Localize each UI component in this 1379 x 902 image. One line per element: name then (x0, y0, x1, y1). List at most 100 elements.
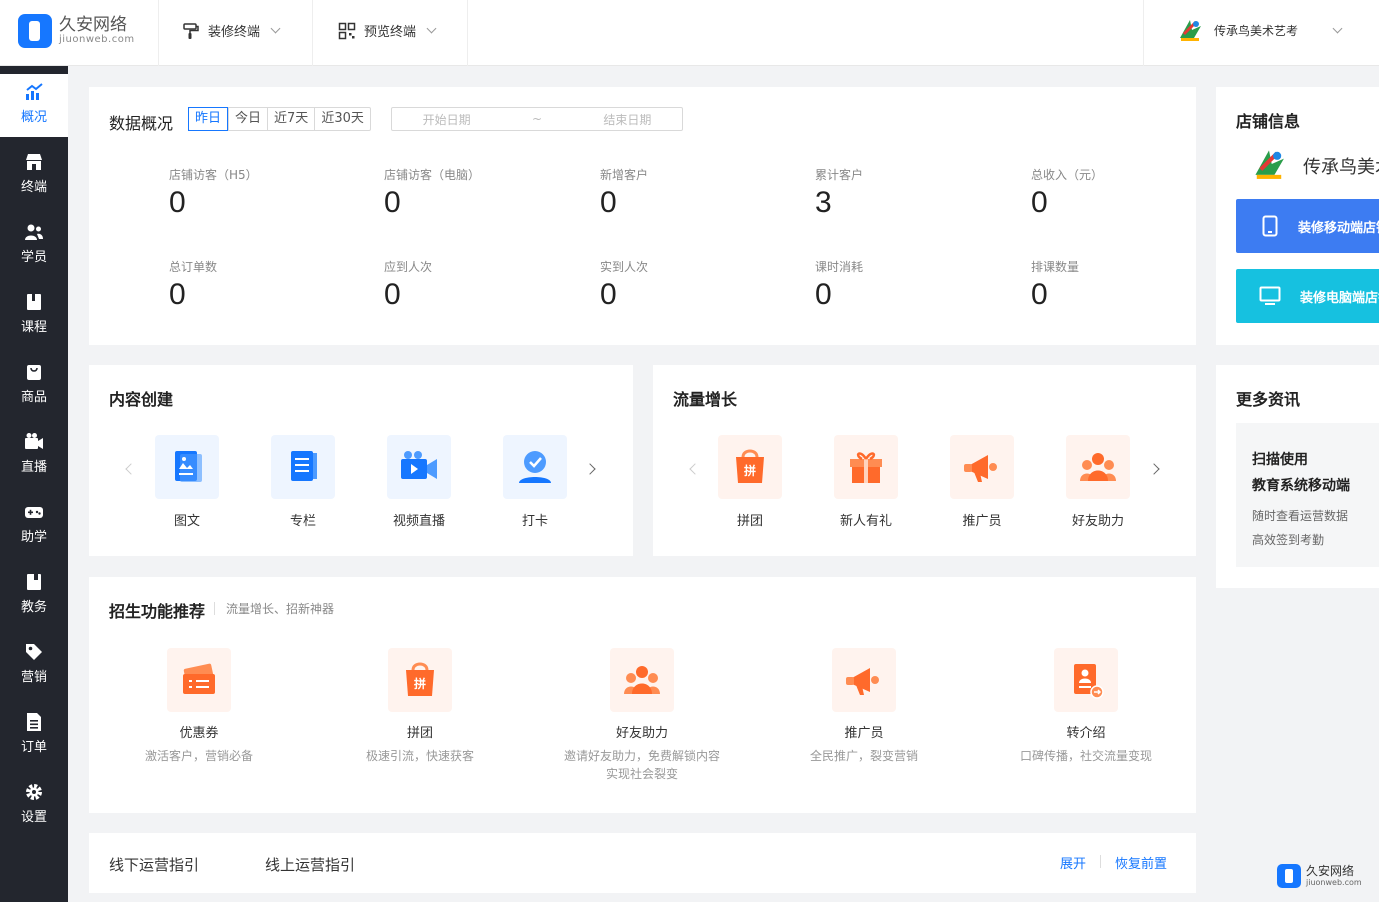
recommend-promoter[interactable]: 推广员 全民推广，裂变营销 (754, 648, 974, 765)
sidebar-item-label: 设置 (20, 810, 47, 825)
create-article[interactable]: 图文 (142, 435, 232, 529)
sidebar-item-marketing[interactable]: 营销 (0, 632, 68, 696)
recommend-coupon[interactable]: 优惠券 激活客户，营销必备 (89, 648, 309, 765)
sidebar-item-label: 直播 (20, 460, 47, 475)
chevron-left-icon[interactable] (689, 463, 701, 475)
sidebar-item-settings[interactable]: 设置 (0, 772, 68, 836)
stat-expected-attendance: 应到人次 0 (384, 259, 564, 313)
users-icon (25, 224, 43, 240)
sidebar-item-overview[interactable]: 概况 (0, 72, 68, 136)
item-label: 拼团 (736, 514, 763, 529)
sidebar-item-assist[interactable]: 助学 (0, 492, 68, 556)
decorate-mobile-button[interactable]: 装修移动端店铺 (1236, 199, 1379, 253)
shop-switcher[interactable]: 传承鸟美术艺考 (1176, 16, 1343, 44)
sidebar-item-label: 助学 (20, 530, 47, 545)
item-label: 图文 (173, 514, 200, 529)
stat-label: 排课数量 (1031, 260, 1080, 274)
shop-info-card: 店铺信息 传承鸟美术艺考 装修移动端店铺 装修电脑端店铺 (1216, 87, 1379, 345)
range-30days[interactable]: 近30天 (314, 108, 370, 130)
chevron-right-icon[interactable] (1148, 463, 1160, 475)
recommend-referral[interactable]: 转介绍 口碑传播，社交流量变现 (976, 648, 1196, 765)
item-label: 打卡 (521, 514, 548, 529)
stat-label: 课时消耗 (815, 260, 864, 274)
recommend-friend-help[interactable]: 好友助力 邀请好友助力，免费解锁内容 实现社会裂变 (532, 648, 752, 783)
book-icon (27, 294, 41, 310)
sidebar-item-terminal[interactable]: 终端 (0, 142, 68, 206)
tab-offline-guide[interactable]: 线下运营指引 (109, 854, 199, 875)
watermark-logo: 久安网络 jiuonweb.com (1277, 864, 1362, 888)
recommend-subtitle: 流量增长、招新神器 (226, 602, 335, 616)
sidebar-item-courses[interactable]: 课程 (0, 282, 68, 346)
traffic-promoter[interactable]: 推广员 (937, 435, 1027, 529)
sidebar-item-label: 课程 (20, 320, 47, 335)
expand-link[interactable]: 展开 (1060, 853, 1086, 872)
stat-value: 0 (815, 278, 832, 311)
brand-logo[interactable]: 久安网络 jiuonweb.com (18, 14, 135, 48)
decorate-terminal-label: 装修终端 (208, 25, 261, 40)
preview-terminal-label: 预览终端 (364, 25, 417, 40)
sidebar-item-students[interactable]: 学员 (0, 212, 68, 276)
brand-domain: jiuonweb.com (59, 34, 135, 45)
tag-icon (26, 644, 42, 660)
end-date-input[interactable]: 结束日期 (603, 111, 651, 128)
chevron-right-icon[interactable] (584, 463, 596, 475)
shop-info-name: 传承鸟美术艺考 (1303, 157, 1379, 178)
shop-info-title: 店铺信息 (1236, 112, 1301, 131)
preview-terminal-dropdown[interactable]: 预览终端 (338, 21, 437, 40)
traffic-newcomer-gift[interactable]: 新人有礼 (821, 435, 911, 529)
sidebar: 概况 终端 学员 课程 商品 直播 助学 教务 营销 订单 设置 (0, 66, 68, 902)
stat-value: 0 (169, 186, 186, 219)
item-label: 专栏 (289, 514, 316, 529)
gamepad-icon (25, 507, 43, 518)
restore-link[interactable]: 恢复前置 (1115, 853, 1167, 872)
paint-roller-icon (183, 22, 199, 39)
logo-mark-icon (18, 14, 52, 48)
sidebar-item-live[interactable]: 直播 (0, 422, 68, 486)
date-separator: ~ (531, 112, 543, 126)
decorate-pc-button[interactable]: 装修电脑端店铺 (1236, 269, 1379, 323)
mobile-icon (1262, 215, 1278, 237)
sidebar-item-orders[interactable]: 订单 (0, 702, 68, 766)
traffic-group-buy[interactable]: 拼 拼团 (705, 435, 795, 529)
svg-text:拼: 拼 (414, 676, 426, 691)
traffic-friend-help[interactable]: 好友助力 (1053, 435, 1143, 529)
range-today[interactable]: 今日 (228, 108, 267, 130)
stat-visitors-h5: 店铺访客（H5） 0 (169, 167, 349, 221)
column-icon (291, 451, 317, 481)
chart-icon (26, 83, 43, 100)
friends-icon (624, 666, 660, 694)
promo-banner[interactable]: 扫描使用 教育系统移动端 随时查看运营数据 高效签到考勤 (1236, 423, 1379, 567)
recommend-group-buy[interactable]: 拼 拼团 极速引流，快速获客 (310, 648, 530, 765)
tab-online-guide[interactable]: 线上运营指引 (265, 854, 355, 875)
camera-icon (25, 433, 43, 449)
stat-scheduled-count: 排课数量 0 (1031, 259, 1211, 313)
document-icon (27, 713, 41, 731)
recommend-label: 推广员 (844, 726, 884, 741)
date-range-tabs: 昨日 今日 近7天 近30天 (188, 107, 371, 131)
stat-label: 新增客户 (600, 168, 649, 182)
decorate-terminal-dropdown[interactable]: 装修终端 (182, 21, 281, 40)
chevron-left-icon[interactable] (125, 463, 137, 475)
create-checkin[interactable]: 打卡 (490, 435, 580, 529)
shop-name: 传承鸟美术艺考 (1214, 23, 1299, 38)
recommend-desc: 极速引流，快速获客 (365, 749, 474, 763)
stat-value: 0 (384, 186, 401, 219)
stat-label: 应到人次 (384, 260, 433, 274)
sidebar-item-academic[interactable]: 教务 (0, 562, 68, 626)
recommend-desc: 邀请好友助力，免费解锁内容 实现社会裂变 (563, 749, 720, 781)
promo-line2: 教育系统移动端 (1252, 478, 1350, 494)
item-label: 新人有礼 (839, 514, 892, 529)
date-range-picker[interactable]: 开始日期 ~ 结束日期 (391, 107, 683, 131)
gift-icon (850, 452, 882, 483)
range-7days[interactable]: 近7天 (267, 108, 314, 130)
sidebar-item-label: 订单 (20, 740, 47, 755)
start-date-input[interactable]: 开始日期 (423, 111, 471, 128)
sidebar-item-goods[interactable]: 商品 (0, 352, 68, 416)
stat-value: 0 (600, 278, 617, 311)
operation-guide-card: 线下运营指引 线上运营指引 展开 恢复前置 (89, 833, 1196, 893)
data-overview-card: 数据概况 昨日 今日 近7天 近30天 开始日期 ~ 结束日期 店铺访客（H5）… (89, 87, 1196, 345)
recommend-label: 转介绍 (1066, 726, 1106, 741)
create-column[interactable]: 专栏 (258, 435, 348, 529)
create-live-video[interactable]: 视频直播 (374, 435, 464, 529)
range-yesterday[interactable]: 昨日 (188, 107, 229, 131)
